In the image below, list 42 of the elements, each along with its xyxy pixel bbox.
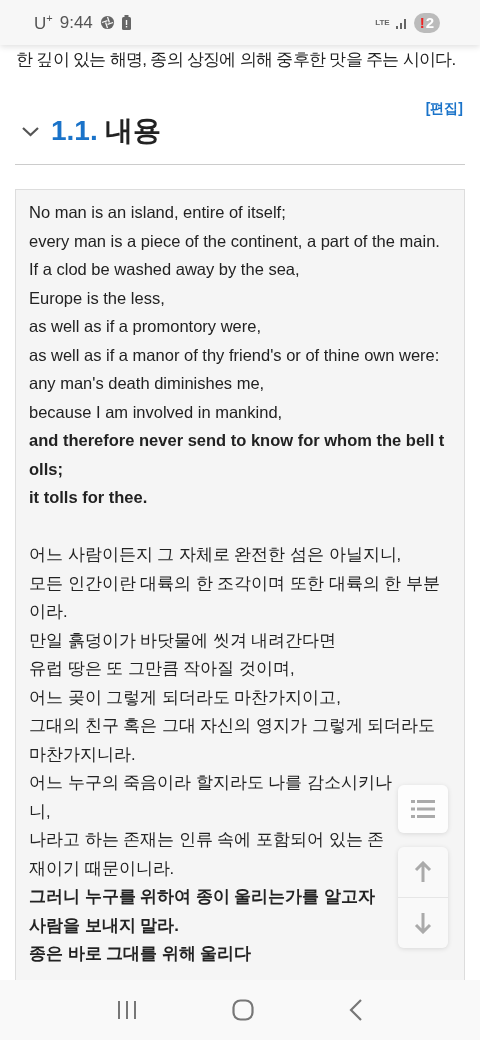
poem-line: 어느 사람이든지 그 자체로 완전한 섬은 아닐지니, — [29, 544, 403, 565]
network-label: LTE — [375, 18, 390, 27]
back-button[interactable] — [348, 999, 363, 1021]
poem-line: it tolls for thee. — [29, 487, 149, 508]
poem-line: any man's death diminishes me, — [29, 373, 266, 394]
chevron-icon[interactable] — [22, 125, 39, 137]
recent-apps-button[interactable] — [117, 1001, 138, 1019]
back-icon — [348, 999, 363, 1021]
aperture-icon — [99, 15, 115, 30]
home-icon — [232, 999, 254, 1021]
recent-apps-icon — [117, 1001, 138, 1019]
notification-badge: !2 — [413, 12, 440, 33]
clock-time: 9:44 — [59, 12, 93, 33]
home-button[interactable] — [232, 999, 254, 1021]
up-arrow-icon — [414, 861, 432, 883]
section-title: 내용 — [105, 115, 162, 146]
poem-line: 어느 곶이 그렇게 되더라도 마찬가지이고, — [29, 686, 342, 708]
toc-button[interactable] — [398, 785, 448, 833]
poem-line: because I am involved in mankind, — [29, 401, 284, 423]
poem-line: as well as if a manor of thy friend's or of thine own were: — [29, 344, 441, 366]
down-arrow-icon — [414, 912, 432, 934]
edit-link[interactable]: [편집] — [425, 100, 463, 118]
poem-line: 모든 인간이란 대륙의 한 조각이며 또한 대륙의 한 부분이라. — [29, 572, 441, 622]
battery-icon — [121, 15, 131, 30]
poem-line: 어느 누구의 죽음이라 할지라도 나를 감소시키나니, — [29, 772, 393, 822]
poem-line: 그대의 친구 혹은 그대 자신의 영지가 그렇게 되더라도 마찬가지니라. — [29, 715, 437, 765]
poem-line: 종은 바로 그대를 위해 울리다 — [29, 943, 253, 964]
poem-line: 그러니 누구를 위하여 종이 울리는가를 알고자 사람을 보내지 말라. — [29, 886, 376, 936]
poem-line: 유럽 땅은 또 그만큼 작아질 것이며, — [29, 658, 296, 679]
poem-line: as well as if a promontory were, — [29, 316, 262, 337]
paragraph-text: 한 깊이 있는 해명, 종의 상징에 의해 중후한 맛을 주는 시이다. — [16, 50, 456, 69]
signal-icon — [395, 16, 408, 29]
poem-line: 만일 흙덩이가 바닷물에 씻겨 내려간다면 — [29, 629, 338, 651]
poem-line: 나라고 하는 존재는 인류 속에 포함되어 있는 존재이기 때문이니라. — [29, 829, 386, 879]
poem-line: If a clod be washed away by the sea, — [29, 259, 301, 280]
poem-line: every man is a piece of the continent, a part of the main. — [29, 230, 441, 252]
poem-line: and therefore never send to know for whom the bell tolls; — [29, 430, 446, 480]
carrier-label: U$^{+}$ — [34, 11, 53, 34]
section-number: 1.1. — [51, 115, 98, 146]
poem-line: No man is an island, entire of itself; — [29, 202, 287, 223]
list-icon — [411, 800, 435, 818]
poem-line: Europe is the less, — [29, 287, 166, 309]
